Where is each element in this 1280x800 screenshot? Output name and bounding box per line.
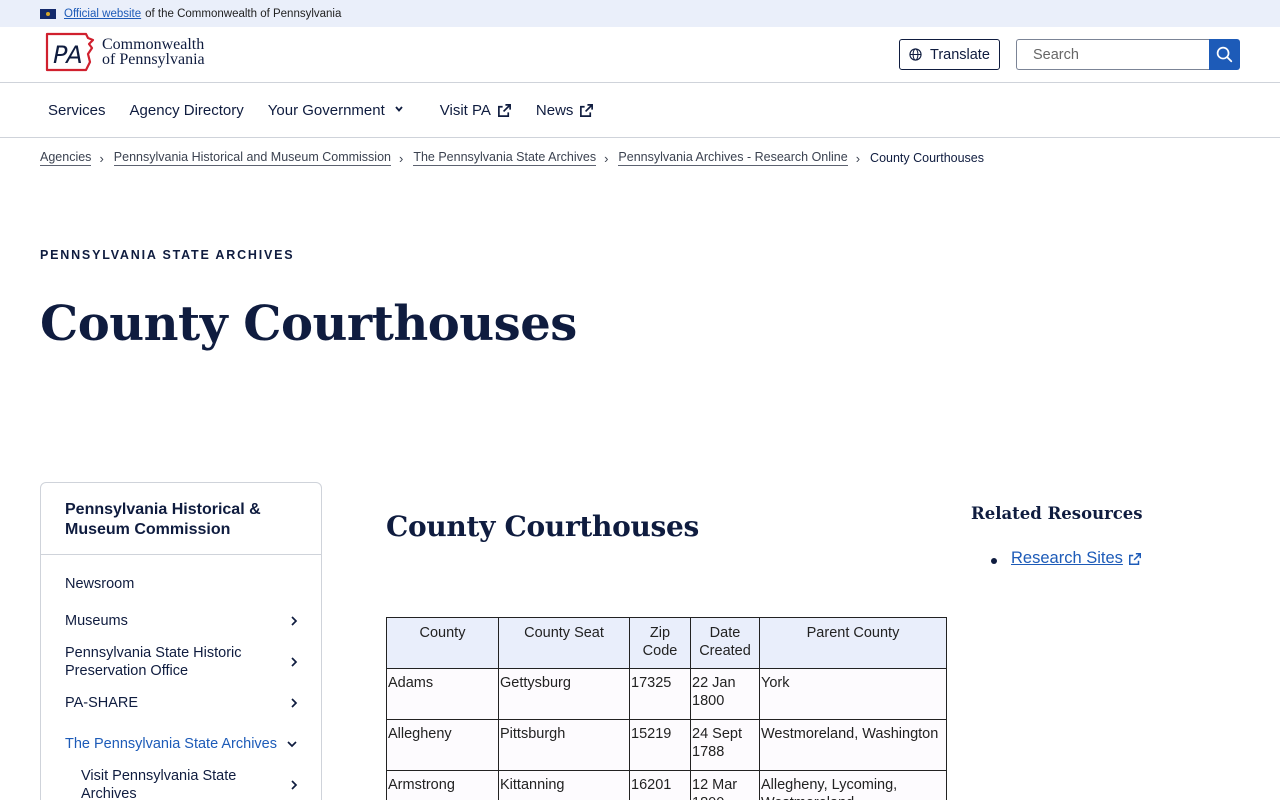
nav-item-label: Visit PA [439, 101, 491, 119]
cell-parent-county: York [759, 668, 947, 720]
chevron-right-icon: › [855, 150, 861, 166]
content-title: County Courthouses [386, 510, 699, 543]
page-eyebrow: PENNSYLVANIA STATE ARCHIVES [40, 248, 295, 262]
chevron-down-icon [395, 106, 403, 112]
chevron-right-icon: › [604, 150, 609, 166]
nav-item-your-government[interactable]: Your Government [268, 102, 410, 119]
column-header-county: County [386, 617, 499, 669]
cell-county-seat: Gettysburg [498, 668, 630, 720]
logo-text: Commonwealth of Pennsylvania [102, 36, 205, 68]
breadcrumb-link[interactable]: Agencies [40, 150, 92, 166]
nav-item-services[interactable]: Services [48, 102, 106, 119]
nav-item-news[interactable]: News [536, 102, 595, 119]
table-row: Adams Gettysburg 17325 22 Jan 1800 York [386, 668, 947, 720]
external-link-icon [580, 103, 594, 117]
chevron-right-icon: › [398, 150, 404, 166]
cell-parent-county: Allegheny, Lycoming, Westmoreland [759, 770, 947, 800]
cell-zip-code: 16201 [629, 770, 691, 800]
table-header-row: County County Seat Zip Code Date Created… [386, 617, 947, 669]
logo-line-1: Commonwealth [102, 36, 205, 53]
column-header-date-created: Date Created [690, 617, 760, 669]
translate-label: Translate [930, 46, 990, 63]
cell-zip-code: 17325 [629, 668, 691, 720]
pa-flag-icon [40, 8, 56, 19]
table-row: Armstrong Kittanning 16201 12 Mar 1800 A… [386, 770, 947, 800]
side-nav-item-label: Newsroom [65, 576, 135, 592]
breadcrumb-link[interactable]: Pennsylvania Archives - Research Online [618, 150, 848, 166]
list-item: Research Sites [991, 549, 1142, 568]
side-nav-item-label: Museums [65, 613, 128, 629]
cell-county: Armstrong [386, 770, 499, 800]
translate-button[interactable]: Translate [899, 39, 1000, 70]
side-nav-heading[interactable]: Pennsylvania Historical & Museum Commiss… [41, 483, 321, 555]
search-icon [1216, 46, 1233, 63]
nav-item-label: Your Government [267, 101, 385, 119]
side-nav-item-shpo[interactable]: Pennsylvania State Historic Preservation… [65, 644, 299, 680]
chevron-right-icon[interactable] [289, 696, 299, 710]
chevron-right-icon: › [99, 150, 104, 166]
side-nav-item-pa-share[interactable]: PA-SHARE [65, 694, 299, 712]
cell-county-seat: Kittanning [498, 770, 630, 800]
chevron-right-icon[interactable] [289, 614, 299, 628]
search-form [1016, 39, 1240, 70]
official-banner-text: of the Commonwealth of Pennsylvania [145, 7, 342, 20]
courthouses-table: County County Seat Zip Code Date Created… [386, 617, 947, 800]
site-logo[interactable]: PA Commonwealth of Pennsylvania [44, 32, 205, 72]
search-button[interactable] [1209, 39, 1240, 70]
side-nav-item-label: Visit Pennsylvania State Archives [81, 768, 237, 800]
logo-mark-text: PA [53, 41, 83, 69]
chevron-down-icon[interactable] [285, 739, 299, 749]
nav-item-label: News [535, 101, 574, 119]
cell-county-seat: Pittsburgh [498, 719, 630, 771]
side-nav-item-label: PA-SHARE [65, 695, 139, 711]
nav-item-label: Agency Directory [129, 101, 244, 119]
pa-keystone-logo-icon: PA [45, 32, 95, 72]
main-nav: Services Agency Directory Your Governmen… [0, 83, 1280, 138]
breadcrumb: Agencies › Pennsylvania Historical and M… [40, 150, 984, 166]
chevron-right-icon[interactable] [289, 655, 299, 669]
external-link-icon [497, 103, 511, 117]
column-header-zip-code: Zip Code [629, 617, 691, 669]
search-input[interactable] [1016, 39, 1209, 70]
breadcrumb-link[interactable]: Pennsylvania Historical and Museum Commi… [113, 150, 391, 166]
official-website-link[interactable]: Official website [64, 8, 141, 20]
nav-item-label: Services [48, 101, 106, 119]
cell-date-created: 12 Mar 1800 [690, 770, 760, 800]
related-resources-list: Research Sites [991, 549, 1142, 568]
cell-county: Adams [386, 668, 499, 720]
cell-zip-code: 15219 [629, 719, 691, 771]
side-nav-item-state-archives[interactable]: The Pennsylvania State Archives [65, 735, 299, 753]
side-nav-item-museums[interactable]: Museums [65, 612, 299, 630]
side-nav: Pennsylvania Historical & Museum Commiss… [40, 482, 322, 800]
cell-county: Allegheny [386, 719, 499, 771]
cell-date-created: 24 Sept 1788 [690, 719, 760, 771]
side-nav-item-newsroom[interactable]: Newsroom [65, 575, 299, 593]
nav-item-visit-pa[interactable]: Visit PA [440, 102, 512, 119]
side-nav-item-label: The Pennsylvania State Archives [65, 736, 277, 752]
bullet-icon [991, 558, 997, 564]
chevron-right-icon[interactable] [289, 778, 299, 792]
column-header-county-seat: County Seat [498, 617, 630, 669]
official-banner: Official website of the Commonwealth of … [0, 0, 1280, 27]
globe-icon [909, 48, 922, 61]
side-nav-item-visit-archives[interactable]: Visit Pennsylvania State Archives [81, 767, 299, 800]
table-row: Allegheny Pittsburgh 15219 24 Sept 1788 … [386, 719, 947, 771]
logo-line-2: of Pennsylvania [102, 51, 205, 68]
breadcrumb-link[interactable]: The Pennsylvania State Archives [413, 150, 597, 166]
external-link-icon [1128, 552, 1141, 565]
research-sites-link[interactable]: Research Sites [1011, 549, 1123, 568]
cell-date-created: 22 Jan 1800 [690, 668, 760, 720]
site-header: PA Commonwealth of Pennsylvania Translat… [0, 27, 1280, 83]
side-nav-item-label: Pennsylvania State Historic Preservation… [65, 645, 242, 679]
breadcrumb-current: County Courthouses [870, 151, 984, 165]
column-header-parent-county: Parent County [759, 617, 947, 669]
related-resources-title: Related Resources [971, 504, 1143, 523]
page-title: County Courthouses [40, 296, 577, 352]
nav-item-agency-directory[interactable]: Agency Directory [130, 102, 244, 119]
cell-parent-county: Westmoreland, Washington [759, 719, 947, 771]
